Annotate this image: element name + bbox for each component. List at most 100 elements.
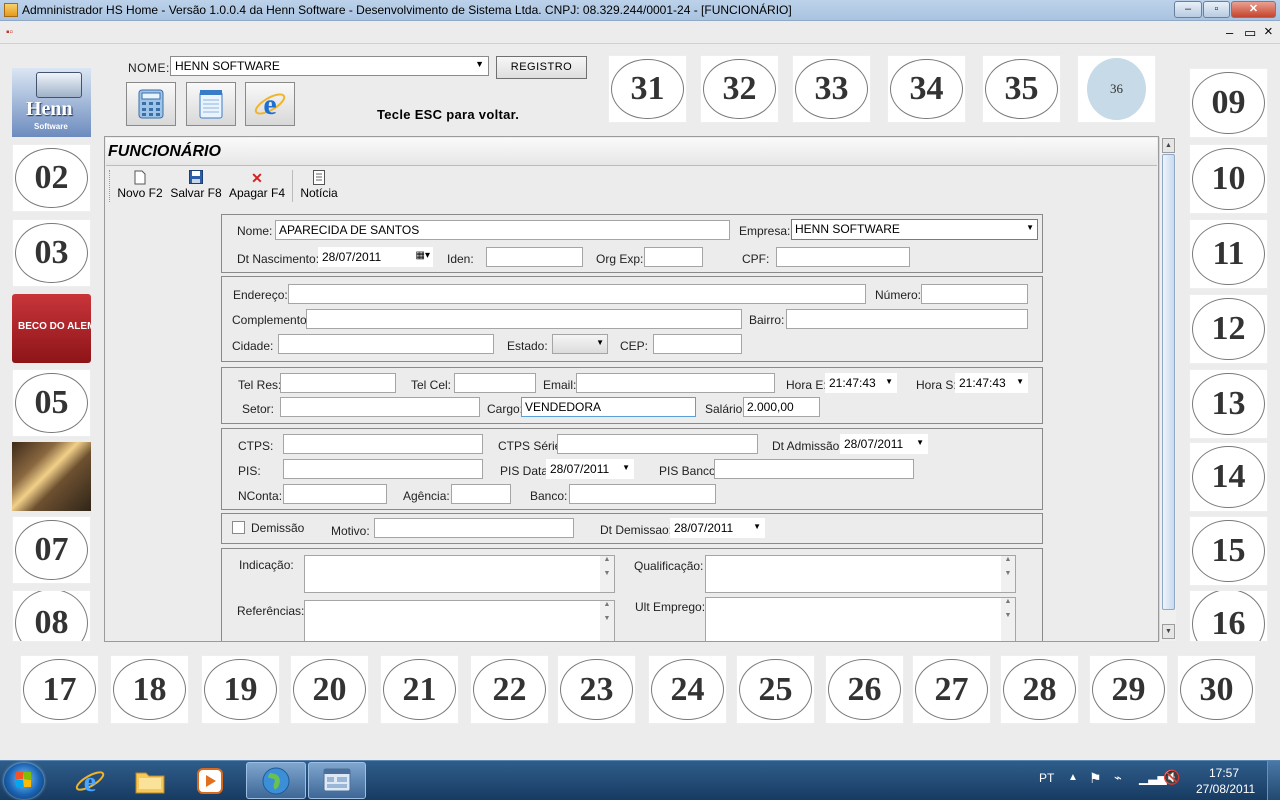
internet-explorer-button[interactable]: e [245,82,295,126]
shortcut-circle-27[interactable]: 27 [912,655,991,724]
shortcut-circle-05[interactable]: 05 [12,369,91,437]
agencia-field[interactable] [451,484,511,504]
ctpsserie-field[interactable] [557,434,758,454]
language-indicator[interactable]: PT [1039,771,1054,785]
cpf-field[interactable] [776,247,910,267]
mdi-child-icon[interactable]: ▪▫ [6,27,22,39]
shortcut-circle-08[interactable]: 08 [12,590,91,642]
indicacao-textarea[interactable]: ▲ ▼ [304,555,615,593]
clock-date[interactable]: 27/08/2011 [1196,782,1255,796]
mall-photo-tile[interactable] [12,442,91,511]
shortcut-circle-28[interactable]: 28 [1000,655,1079,724]
power-icon[interactable]: ⌁ [1114,770,1122,786]
pisbanco-field[interactable] [714,459,914,479]
shortcut-circle-20[interactable]: 20 [290,655,369,724]
shortcut-circle-14[interactable]: 14 [1189,442,1268,512]
shortcut-circle-29[interactable]: 29 [1089,655,1168,724]
shortcut-circle-32[interactable]: 32 [700,55,779,123]
novo-button[interactable]: Novo F2 [116,170,164,200]
apagar-button[interactable]: ✕ Apagar F4 [228,170,286,200]
qualificacao-textarea[interactable]: ▲ ▼ [705,555,1016,593]
shortcut-circle-23[interactable]: 23 [557,655,636,724]
referencias-textarea[interactable]: ▲ ▼ [304,600,615,641]
shortcut-circle-21[interactable]: 21 [380,655,459,724]
pisdata-datepicker[interactable]: 28/07/2011 ▼ [546,459,634,479]
window-close-button[interactable]: ✕ [1231,1,1276,18]
textarea-scrollbar[interactable]: ▲ ▼ [600,556,614,592]
telcel-field[interactable] [454,373,536,393]
shortcut-circle-26[interactable]: 26 [825,655,904,724]
estado-select[interactable]: ▼ [552,334,608,354]
horae-timepicker[interactable]: 21:47:43 ▼ [825,373,897,393]
email-field[interactable] [576,373,775,393]
cargo-field[interactable]: VENDEDORA [521,397,696,417]
form-vertical-scrollbar[interactable]: ▲ ▼ [1159,137,1176,641]
shortcut-circle-12[interactable]: 12 [1189,294,1268,364]
shortcut-circle-03[interactable]: 03 [12,219,91,287]
noticia-button[interactable]: Notícia [298,170,340,200]
shortcut-circle-07[interactable]: 07 [12,516,91,584]
ultemprego-textarea[interactable]: ▲ ▼ [705,597,1016,641]
show-desktop-button[interactable] [1267,761,1280,800]
admissao-datepicker[interactable]: 28/07/2011 ▼ [840,434,928,454]
clock-time[interactable]: 17:57 [1209,766,1239,780]
empresa-select[interactable]: HENN SOFTWARE ▼ [791,219,1038,240]
shortcut-circle-34[interactable]: 34 [887,55,966,123]
taskbar-network-app[interactable] [246,762,306,799]
shortcut-circle-18[interactable]: 18 [110,655,189,724]
shortcut-circle-33[interactable]: 33 [792,55,871,123]
numero-field[interactable] [921,284,1028,304]
dtdemissao-datepicker[interactable]: 28/07/2011 ▼ [670,518,765,538]
registro-button[interactable]: REGISTRO [496,56,587,79]
mdi-close-button[interactable]: × [1264,23,1273,40]
demissao-checkbox[interactable] [232,521,245,534]
taskbar-explorer[interactable] [124,762,176,799]
taskbar-ie[interactable]: e [64,762,116,799]
shortcut-circle-11[interactable]: 11 [1189,219,1268,289]
mdi-restore-button[interactable]: ▭ [1244,25,1256,41]
taskbar-media-player[interactable] [184,762,236,799]
window-maximize-button[interactable]: ▫ [1203,1,1230,18]
nascimento-datepicker[interactable]: 28/07/2011 ▦▾ [318,247,433,267]
start-button[interactable] [4,763,44,799]
complemento-field[interactable] [306,309,742,329]
shortcut-circle-25[interactable]: 25 [736,655,815,724]
shortcut-circle-02[interactable]: 02 [12,144,91,212]
telres-field[interactable] [280,373,396,393]
shortcut-circle-15[interactable]: 15 [1189,516,1268,586]
setor-field[interactable] [280,397,480,417]
cidade-field[interactable] [278,334,494,354]
henn-logo-tile[interactable]: Henn Software [12,68,91,137]
notepad-button[interactable] [186,82,236,126]
shortcut-circle-13[interactable]: 13 [1189,369,1268,439]
iden-field[interactable] [486,247,583,267]
show-hidden-icons-icon[interactable]: ▲ [1068,772,1078,783]
nconta-field[interactable] [283,484,387,504]
salario-field[interactable]: 2.000,00 [743,397,820,417]
pis-field[interactable] [283,459,483,479]
nome-select[interactable]: HENN SOFTWARE ▼ [170,56,489,76]
textarea-scrollbar[interactable]: ▲ ▼ [1001,598,1015,641]
window-minimize-button[interactable]: – [1174,1,1202,18]
textarea-scrollbar[interactable]: ▲ ▼ [1001,556,1015,592]
shortcut-circle-09[interactable]: 09 [1189,68,1268,138]
shortcut-circle-10[interactable]: 10 [1189,144,1268,214]
scroll-thumb[interactable] [1162,154,1175,610]
scroll-up-arrow-icon[interactable]: ▲ [1162,138,1175,153]
ctps-field[interactable] [283,434,483,454]
shortcut-circle-35[interactable]: 35 [982,55,1061,123]
cep-field[interactable] [653,334,742,354]
endereco-field[interactable] [288,284,866,304]
taskbar-hs-home-app[interactable] [308,762,366,799]
shortcut-circle-22[interactable]: 22 [470,655,549,724]
shortcut-circle-36[interactable]: 36 [1077,55,1156,123]
shortcut-circle-31[interactable]: 31 [608,55,687,123]
mdi-minimize-button[interactable]: – [1226,25,1233,40]
salvar-button[interactable]: Salvar F8 [170,170,222,200]
beco-do-alemao-tile[interactable]: BECO DO ALEMÃO [12,294,91,363]
orgexp-field[interactable] [644,247,703,267]
scroll-down-arrow-icon[interactable]: ▼ [1162,624,1175,639]
horas-timepicker[interactable]: 21:47:43 ▼ [955,373,1028,393]
volume-muted-icon[interactable]: 🔇 [1163,769,1180,786]
shortcut-circle-16[interactable]: 16 [1189,590,1268,642]
